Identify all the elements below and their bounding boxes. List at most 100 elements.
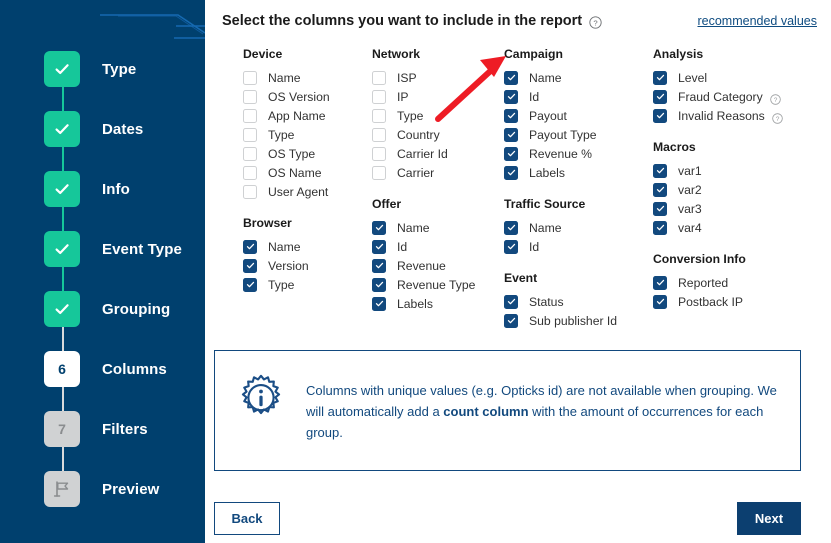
step-number: 6	[58, 361, 66, 377]
sidebar-step-info[interactable]: Info	[0, 159, 205, 249]
checkbox-row[interactable]: var2	[653, 180, 813, 199]
checkbox-row[interactable]: Name	[504, 68, 653, 87]
question-circle-icon[interactable]: ?	[771, 111, 783, 124]
checkbox-row[interactable]: Name	[372, 218, 504, 237]
checkbox-row[interactable]: Revenue	[372, 256, 504, 275]
checkbox-campaign-id[interactable]	[504, 89, 518, 104]
checkbox-event-status[interactable]	[504, 294, 518, 309]
checkbox-device-os-name[interactable]	[243, 165, 257, 180]
checkbox-campaign-payout[interactable]	[504, 108, 518, 123]
checkbox-analysis-level[interactable]	[653, 70, 667, 85]
checkbox-row[interactable]: Payout	[504, 106, 653, 125]
checkbox-row[interactable]: Id	[504, 237, 653, 256]
checkbox-conversion-info-reported[interactable]	[653, 275, 667, 290]
group-conversion-info: Conversion Info Reported Postback IP	[653, 252, 813, 311]
checkbox-row[interactable]: Revenue %	[504, 144, 653, 163]
checkbox-row[interactable]: Name	[243, 237, 372, 256]
question-circle-icon[interactable]: ?	[589, 15, 602, 29]
checkbox-row[interactable]: OS Name	[243, 163, 372, 182]
checkbox-device-app-name[interactable]	[243, 108, 257, 123]
checkbox-campaign-revenue-pct[interactable]	[504, 146, 518, 161]
checkbox-network-carrier-id[interactable]	[372, 146, 386, 161]
checkbox-offer-revenue-type[interactable]	[372, 277, 386, 292]
checkbox-event-sub-publisher-id[interactable]	[504, 313, 518, 328]
sidebar-step-event-type[interactable]: Event Type	[0, 219, 205, 309]
checkbox-row[interactable]: Fraud Category?	[653, 87, 813, 106]
question-circle-icon[interactable]: ?	[769, 92, 781, 105]
checkbox-network-carrier[interactable]	[372, 165, 386, 180]
sidebar-step-columns[interactable]: 6 Columns	[0, 339, 205, 429]
checkbox-row[interactable]: Level	[653, 68, 813, 87]
back-button[interactable]: Back	[214, 502, 280, 535]
checkbox-row[interactable]: var4	[653, 218, 813, 237]
checkbox-macros-var3[interactable]	[653, 201, 667, 216]
checkbox-device-type[interactable]	[243, 127, 257, 142]
checkbox-row[interactable]: Id	[504, 87, 653, 106]
checkbox-analysis-fraud-category[interactable]	[653, 89, 667, 104]
checkbox-row[interactable]: Revenue Type	[372, 275, 504, 294]
checkbox-row[interactable]: Status	[504, 292, 653, 311]
checkbox-network-ip[interactable]	[372, 89, 386, 104]
checkbox-traffic-source-id[interactable]	[504, 239, 518, 254]
check-icon	[656, 279, 664, 286]
checkbox-device-user-agent[interactable]	[243, 184, 257, 199]
checkbox-conversion-info-postback-ip[interactable]	[653, 294, 667, 309]
checkbox-row[interactable]: Carrier Id	[372, 144, 504, 163]
checkbox-row[interactable]: Sub publisher Id	[504, 311, 653, 330]
checkbox-row[interactable]: Postback IP	[653, 292, 813, 311]
checkbox-offer-name[interactable]	[372, 220, 386, 235]
checkbox-macros-var2[interactable]	[653, 182, 667, 197]
checkbox-row[interactable]: Type	[243, 275, 372, 294]
checkbox-device-os-version[interactable]	[243, 89, 257, 104]
checkbox-row[interactable]: Version	[243, 256, 372, 275]
checkbox-row[interactable]: Type	[372, 106, 504, 125]
sidebar-step-dates[interactable]: Dates	[0, 99, 205, 189]
checkbox-row[interactable]: IP	[372, 87, 504, 106]
checkbox-traffic-source-name[interactable]	[504, 220, 518, 235]
checkbox-row[interactable]: Id	[372, 237, 504, 256]
checkbox-row[interactable]: App Name	[243, 106, 372, 125]
sidebar-step-grouping[interactable]: Grouping	[0, 279, 205, 369]
checkbox-row[interactable]: User Agent	[243, 182, 372, 201]
sidebar-step-preview[interactable]: Preview	[0, 459, 205, 519]
checkbox-row[interactable]: Name	[243, 68, 372, 87]
checkbox-row[interactable]: var3	[653, 199, 813, 218]
checkbox-label: Name	[529, 70, 562, 85]
group-title: Network	[372, 47, 421, 61]
checkbox-row[interactable]: Type	[243, 125, 372, 144]
checkbox-campaign-payout-type[interactable]	[504, 127, 518, 142]
checkbox-offer-labels[interactable]	[372, 296, 386, 311]
checkbox-analysis-invalid-reasons[interactable]	[653, 108, 667, 123]
checkbox-row[interactable]: Reported	[653, 273, 813, 292]
checkbox-row[interactable]: var1	[653, 161, 813, 180]
checkbox-network-type[interactable]	[372, 108, 386, 123]
checkbox-row[interactable]: ISP	[372, 68, 504, 87]
checkbox-campaign-labels[interactable]	[504, 165, 518, 180]
checkbox-network-country[interactable]	[372, 127, 386, 142]
checkbox-offer-id[interactable]	[372, 239, 386, 254]
checkbox-offer-revenue[interactable]	[372, 258, 386, 273]
checkbox-row[interactable]: Country	[372, 125, 504, 144]
checkbox-row[interactable]: Invalid Reasons?	[653, 106, 813, 125]
checkbox-row[interactable]: OS Type	[243, 144, 372, 163]
checkbox-row[interactable]: Name	[504, 218, 653, 237]
checkbox-campaign-name[interactable]	[504, 70, 518, 85]
check-icon	[246, 281, 254, 288]
checkbox-browser-type[interactable]	[243, 277, 257, 292]
sidebar-step-filters[interactable]: 7 Filters	[0, 399, 205, 489]
checkbox-row[interactable]: Labels	[504, 163, 653, 182]
checkbox-macros-var4[interactable]	[653, 220, 667, 235]
checkbox-row[interactable]: Labels	[372, 294, 504, 313]
sidebar-step-type[interactable]: Type	[0, 39, 205, 129]
checkbox-row[interactable]: OS Version	[243, 87, 372, 106]
checkbox-row[interactable]: Carrier	[372, 163, 504, 182]
next-button[interactable]: Next	[737, 502, 801, 535]
checkbox-macros-var1[interactable]	[653, 163, 667, 178]
checkbox-row[interactable]: Payout Type	[504, 125, 653, 144]
checkbox-network-isp[interactable]	[372, 70, 386, 85]
checkbox-device-name[interactable]	[243, 70, 257, 85]
recommended-values-link[interactable]: recommended values	[697, 14, 817, 28]
checkbox-device-os-type[interactable]	[243, 146, 257, 161]
checkbox-browser-name[interactable]	[243, 239, 257, 254]
checkbox-browser-version[interactable]	[243, 258, 257, 273]
